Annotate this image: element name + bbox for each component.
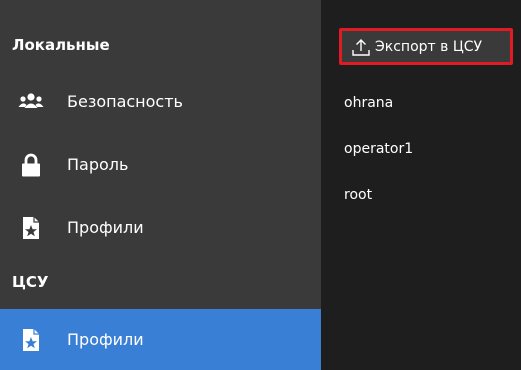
export-to-csu-button[interactable]: Экспорт в ЦСУ [339, 28, 513, 65]
profile-file-icon [18, 327, 44, 353]
profile-file-icon [18, 215, 44, 241]
section-header-csu: ЦСУ [12, 273, 49, 291]
content-panel: Экспорт в ЦСУ ohrana operator1 root [321, 0, 521, 370]
app-window: Локальные Безопасность Пароль Профили ЦС… [0, 0, 521, 370]
export-button-label: Экспорт в ЦСУ [375, 38, 483, 55]
user-list-item[interactable]: root [344, 186, 372, 204]
sidebar-item-security[interactable]: Безопасность [0, 76, 321, 128]
users-icon [18, 89, 44, 115]
user-list-item[interactable]: operator1 [344, 140, 413, 158]
sidebar-item-label: Безопасность [67, 92, 183, 111]
sidebar-item-profiles-csu[interactable]: Профили [0, 309, 321, 370]
upload-icon [350, 36, 372, 58]
sidebar-item-profiles-local[interactable]: Профили [0, 202, 321, 254]
sidebar-item-label: Пароль [67, 155, 129, 174]
sidebar: Локальные Безопасность Пароль Профили ЦС… [0, 0, 321, 370]
user-list-item[interactable]: ohrana [344, 94, 393, 112]
sidebar-item-password[interactable]: Пароль [0, 139, 321, 191]
section-header-local: Локальные [12, 36, 110, 54]
lock-icon [18, 152, 44, 178]
sidebar-item-label: Профили [67, 218, 144, 237]
sidebar-item-label: Профили [67, 329, 144, 349]
